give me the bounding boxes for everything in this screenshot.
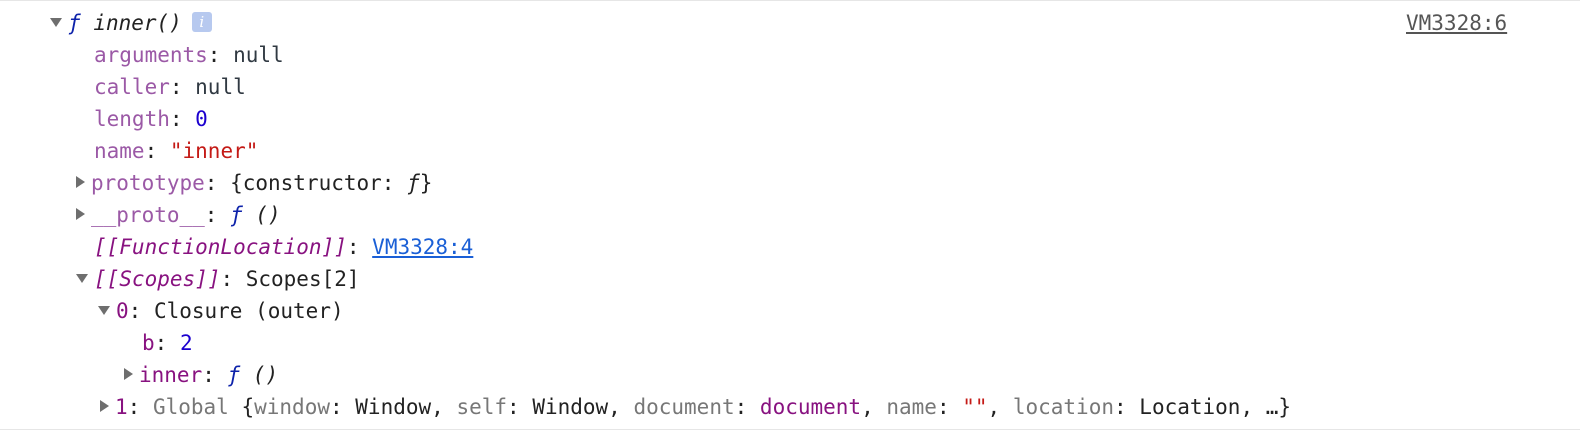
property-row-caller: caller: null (94, 75, 246, 99)
expand-right-icon[interactable] (76, 176, 85, 188)
property-row-proto[interactable]: __proto__: ƒ () (76, 199, 281, 231)
expand-right-icon[interactable] (100, 400, 109, 412)
function-keyword: ƒ (68, 11, 81, 35)
preview-tail: , …} (1240, 395, 1292, 419)
expand-down-icon[interactable] (98, 305, 110, 315)
expand-down-icon[interactable] (50, 17, 62, 27)
property-value: null (195, 75, 246, 99)
property-key: [[FunctionLocation]] (94, 235, 347, 259)
expand-right-icon[interactable] (124, 368, 133, 380)
preview-key: self (456, 395, 508, 419)
scope-row-closure[interactable]: 0: Closure (outer) (98, 295, 344, 327)
preview-value: Window (532, 395, 609, 419)
property-value-suffix: () (240, 363, 279, 387)
property-value-suffix: } (419, 171, 433, 195)
property-value: "inner" (169, 139, 259, 163)
info-icon[interactable]: i (191, 12, 212, 32)
scope-index: 0 (116, 299, 129, 323)
property-value-suffix: () (242, 203, 281, 227)
property-key: length (94, 107, 170, 131)
property-key: [[Scopes]] (94, 267, 221, 291)
property-value: 0 (195, 107, 208, 131)
property-row-arguments: arguments: null (94, 43, 284, 67)
property-key: name (94, 139, 145, 163)
property-row-length: length: 0 (94, 107, 208, 131)
preview-key: location (1012, 395, 1114, 419)
property-key: arguments (94, 43, 208, 67)
property-row-name: name: "inner" (94, 139, 259, 163)
function-location-link[interactable]: VM3328:4 (372, 235, 473, 259)
expand-down-icon[interactable] (76, 273, 88, 283)
property-row-b: b: 2 (142, 331, 193, 355)
property-key: inner (139, 363, 203, 387)
preview-value: document (759, 395, 862, 419)
scope-index: 1 (115, 395, 128, 419)
property-row-scopes[interactable]: [[Scopes]]: Scopes[2] (76, 263, 360, 295)
property-key: prototype (91, 171, 205, 195)
function-keyword: ƒ (407, 171, 420, 195)
function-signature: inner() (93, 11, 182, 35)
function-keyword: ƒ (227, 363, 241, 387)
preview-key: document (633, 395, 735, 419)
preview-value: Window (355, 395, 432, 419)
property-row-prototype[interactable]: prototype: {constructor: ƒ} (76, 167, 432, 199)
property-value-prefix: {constructor: (230, 171, 408, 195)
property-key: caller (94, 75, 170, 99)
function-keyword: ƒ (230, 203, 243, 227)
preview-value: "" (962, 395, 988, 419)
property-value: null (233, 43, 284, 67)
property-value: Scopes[2] (245, 267, 360, 291)
source-location-link-row: VM3328:6 (1406, 7, 1507, 39)
property-key: b (142, 331, 155, 355)
function-header-row[interactable]: ƒ inner() i (50, 7, 212, 39)
expand-right-icon[interactable] (76, 208, 85, 220)
scope-label: Global (152, 395, 229, 419)
console-panel: ƒ inner() i VM3328:6 arguments: null call… (0, 0, 1580, 430)
scope-row-global[interactable]: 1: Global {window: Window, self: Window,… (100, 391, 1291, 423)
preview-key: name (886, 395, 937, 419)
property-value: 2 (179, 331, 193, 355)
property-key: __proto__ (91, 203, 205, 227)
property-row-function-location: [[FunctionLocation]]: VM3328:4 (94, 235, 474, 259)
source-location-link[interactable]: VM3328:6 (1406, 11, 1507, 35)
preview-key: window (254, 395, 330, 419)
preview-value: Location (1139, 395, 1241, 419)
scope-label: Closure (outer) (153, 299, 344, 323)
property-row-inner[interactable]: inner: ƒ () (124, 359, 278, 391)
